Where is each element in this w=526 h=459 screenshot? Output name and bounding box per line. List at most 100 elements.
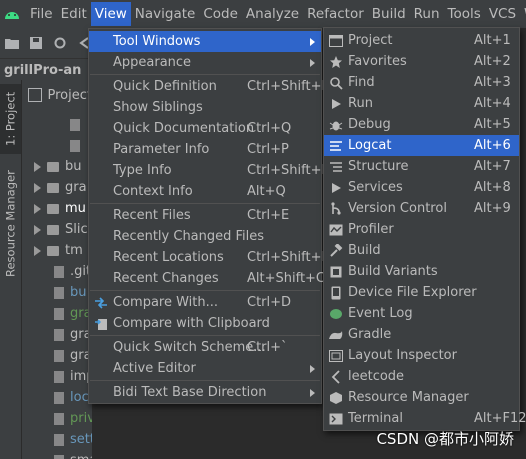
menu-item-label: Active Editor xyxy=(113,361,196,376)
menu-item-layout-inspector[interactable]: Layout Inspector xyxy=(324,345,519,366)
tree-item-label: bu xyxy=(65,159,82,174)
tree-item-label: smartThermo.iml xyxy=(70,453,92,459)
tree-item[interactable] xyxy=(70,114,86,135)
sync-icon[interactable] xyxy=(52,35,68,51)
menu-item-recent-changes[interactable]: Recent Changes Alt+Shift+C xyxy=(89,268,325,289)
menu-edit[interactable]: Edit xyxy=(57,2,91,26)
menu-refactor[interactable]: Refactor xyxy=(303,2,368,26)
menu-run[interactable]: Run xyxy=(410,2,444,26)
menu-navigate[interactable]: Navigate xyxy=(131,2,200,26)
menu-analyze[interactable]: Analyze xyxy=(242,2,303,26)
menu-item-leetcode[interactable]: leetcode xyxy=(324,366,519,387)
menu-item-label: Show Siblings xyxy=(113,100,203,115)
menu-item-version-control[interactable]: Version Control Alt+9 xyxy=(324,198,519,219)
menu-item-recent-locations[interactable]: Recent Locations Ctrl+Shift+E xyxy=(89,247,330,268)
file-icon xyxy=(54,307,64,320)
vcs-icon xyxy=(328,201,344,217)
gradle-icon xyxy=(328,327,344,343)
tree-item[interactable]: imp xyxy=(54,366,92,387)
menu-item-recently-changed-files[interactable]: Recently Changed Files xyxy=(89,226,321,247)
expand-arrow-icon[interactable] xyxy=(34,182,41,193)
menu-item-terminal[interactable]: Terminal Alt+F12 xyxy=(324,408,526,429)
menu-item-logcat[interactable]: Logcat Alt+6 xyxy=(324,135,519,156)
tree-item[interactable]: .git xyxy=(54,261,91,282)
logcat-icon xyxy=(328,138,344,154)
menu-item-label: Device File Explorer xyxy=(348,285,477,300)
menu-tools[interactable]: Tools xyxy=(444,2,485,26)
menu-file[interactable]: File xyxy=(26,2,57,26)
tree-item[interactable]: bu xyxy=(34,156,82,177)
tree-item[interactable]: Slic xyxy=(34,219,88,240)
menu-item-label: Run xyxy=(348,96,373,111)
tree-item[interactable]: smartThermo.iml xyxy=(54,450,92,459)
open-folder-icon[interactable] xyxy=(4,35,20,51)
project-icon xyxy=(328,33,344,49)
tree-item[interactable] xyxy=(70,135,86,156)
menu-item-quick-definition[interactable]: Quick Definition Ctrl+Shift+I xyxy=(89,76,325,97)
folder-icon xyxy=(47,161,59,172)
tree-item-label: gra xyxy=(65,180,87,195)
tree-item[interactable]: mu xyxy=(34,198,86,219)
submenu-arrow-icon xyxy=(310,388,315,397)
expand-arrow-icon[interactable] xyxy=(34,224,41,235)
tree-item[interactable]: gra xyxy=(34,177,87,198)
menu-vcs[interactable]: VCS xyxy=(485,2,520,26)
file-icon xyxy=(54,433,64,446)
menu-item-type-info[interactable]: Type Info Ctrl+Shift+P xyxy=(89,160,329,181)
menu-build[interactable]: Build xyxy=(368,2,410,26)
project-name[interactable]: grillPro-an xyxy=(0,63,81,78)
tree-item[interactable]: loc xyxy=(54,387,89,408)
menu-item-compare-with-clipboard[interactable]: Compare with Clipboard xyxy=(89,313,321,334)
menu-item-tool-windows[interactable]: Tool Windows xyxy=(89,31,321,52)
menu-item-profiler[interactable]: Profiler xyxy=(324,219,519,240)
menu-item-structure[interactable]: Structure Alt+7 xyxy=(324,156,519,177)
menu-item-find[interactable]: Find Alt+3 xyxy=(324,72,519,93)
save-icon[interactable] xyxy=(28,35,44,51)
menu-item-bidi-text-base-direction[interactable]: Bidi Text Base Direction xyxy=(89,382,321,403)
menu-item-recent-files[interactable]: Recent Files Ctrl+E xyxy=(89,205,321,226)
menu-item-gradle[interactable]: Gradle xyxy=(324,324,519,345)
menu-item-build[interactable]: Build xyxy=(324,240,519,261)
tree-item[interactable]: gra xyxy=(54,303,92,324)
resource-manager-side-tab[interactable]: Resource Manager xyxy=(0,171,21,278)
menu-item-debug[interactable]: Debug Alt+5 xyxy=(324,114,519,135)
file-icon xyxy=(54,328,64,341)
menu-w[interactable]: W xyxy=(520,2,526,26)
menu-item-compare-with[interactable]: Compare With... Ctrl+D xyxy=(89,292,321,313)
menu-item-services[interactable]: Services Alt+8 xyxy=(324,177,519,198)
tree-item[interactable]: gra xyxy=(54,324,92,345)
menu-item-label: leetcode xyxy=(348,369,405,384)
menu-item-parameter-info[interactable]: Parameter Info Ctrl+P xyxy=(89,139,321,160)
menu-item-resource-manager[interactable]: Resource Manager xyxy=(324,387,519,408)
expand-arrow-icon[interactable] xyxy=(34,203,41,214)
menu-item-project[interactable]: Project Alt+1 xyxy=(324,30,519,51)
menu-item-favorites[interactable]: Favorites Alt+2 xyxy=(324,51,519,72)
expand-arrow-icon[interactable] xyxy=(34,161,41,172)
project-panel-title[interactable]: Project xyxy=(48,88,92,103)
menu-item-label: Quick Switch Scheme... xyxy=(113,340,266,355)
menu-item-active-editor[interactable]: Active Editor xyxy=(89,358,321,379)
menu-item-show-siblings[interactable]: Show Siblings xyxy=(89,97,321,118)
menu-view[interactable]: View xyxy=(90,2,131,26)
tree-item[interactable]: tm xyxy=(34,240,83,261)
menu-code[interactable]: Code xyxy=(199,2,242,26)
expand-arrow-icon[interactable] xyxy=(34,245,41,256)
structure-icon xyxy=(328,159,344,175)
menu-item-quick-documentation[interactable]: Quick Documentation Ctrl+Q xyxy=(89,118,321,139)
tree-item[interactable]: settings.gradle xyxy=(54,429,92,450)
tree-item[interactable]: private_key.pepk xyxy=(54,408,92,429)
shortcut-text: Alt+3 xyxy=(474,75,511,90)
menu-item-device-file-explorer[interactable]: Device File Explorer xyxy=(324,282,519,303)
menu-item-run[interactable]: Run Alt+4 xyxy=(324,93,519,114)
menu-item-quick-switch-scheme[interactable]: Quick Switch Scheme... Ctrl+` xyxy=(89,337,321,358)
terminal-icon xyxy=(328,411,344,427)
menu-item-context-info[interactable]: Context Info Alt+Q xyxy=(89,181,321,202)
tree-item[interactable]: bu xyxy=(54,282,87,303)
shortcut-text: Ctrl+Shift+I xyxy=(247,79,326,94)
menu-item-appearance[interactable]: Appearance xyxy=(89,52,321,73)
tree-item[interactable]: gra xyxy=(54,345,92,366)
menu-item-build-variants[interactable]: Build Variants xyxy=(324,261,519,282)
file-icon xyxy=(54,265,64,278)
project-side-tab[interactable]: 1: Project xyxy=(0,84,21,154)
menu-item-event-log[interactable]: Event Log xyxy=(324,303,519,324)
